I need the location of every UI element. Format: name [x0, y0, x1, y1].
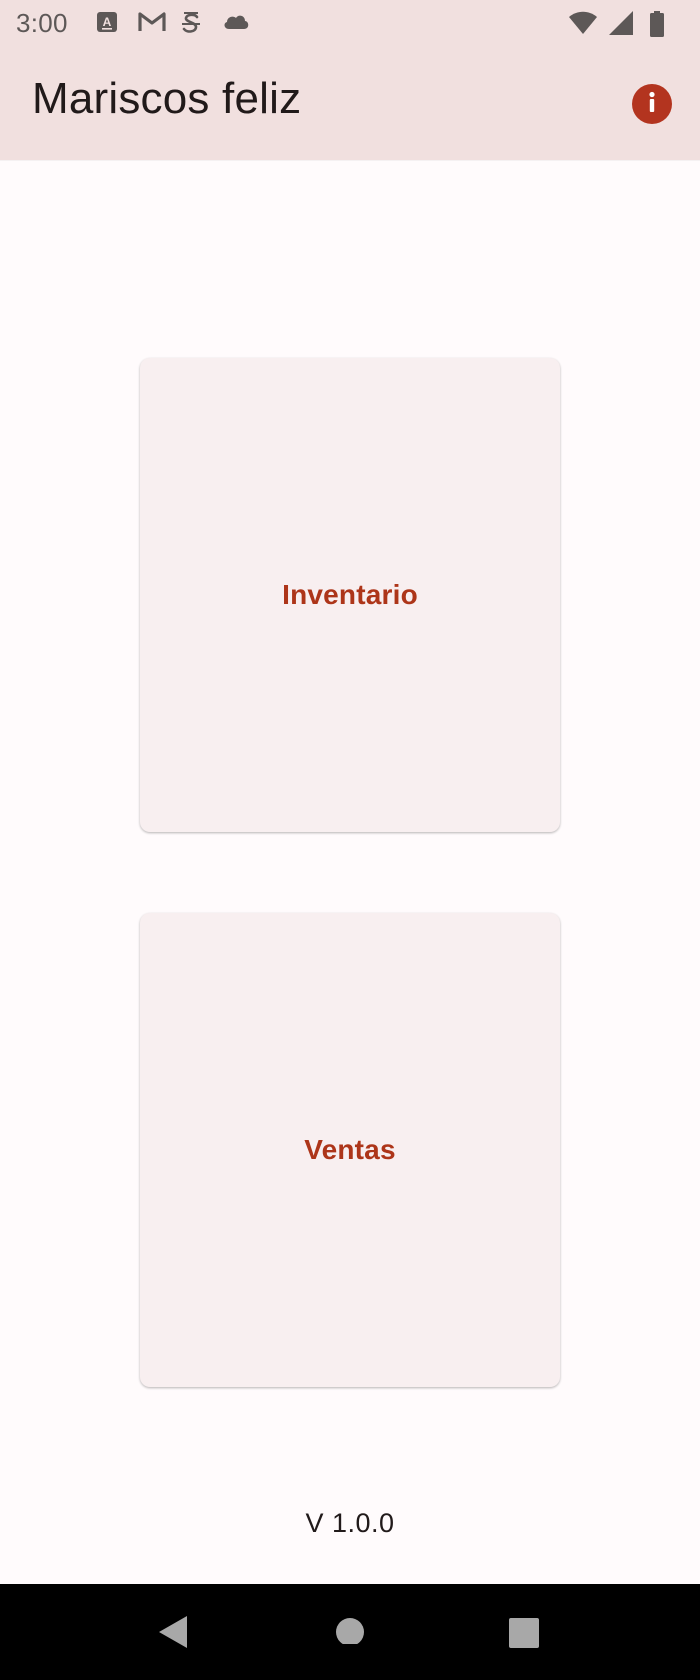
recents-icon [508, 1618, 540, 1652]
ventas-label: Ventas [304, 1134, 396, 1165]
back-button[interactable] [156, 1614, 190, 1655]
s-shield-icon [179, 10, 207, 38]
home-icon [335, 1618, 365, 1648]
signal-icon [608, 10, 636, 38]
top-app-bar: 3:00 A Mariscos feliz [0, 0, 700, 160]
screen: 3:00 A Mariscos feliz Inventario Ventas … [0, 0, 700, 1680]
status-system-icons [568, 10, 676, 38]
inventario-card[interactable]: Inventario [140, 358, 560, 832]
back-icon [156, 1616, 190, 1654]
info-icon [632, 82, 672, 127]
status-time: 3:00 [16, 8, 68, 38]
status-bar: 3:00 A [0, 0, 700, 48]
recents-button[interactable] [508, 1614, 540, 1653]
version-label: V 1.0.0 [305, 1508, 395, 1538]
inventario-label: Inventario [282, 579, 418, 610]
svg-text:A: A [103, 15, 112, 29]
battery-icon [648, 10, 676, 38]
info-button[interactable] [632, 84, 672, 124]
gmail-icon [137, 10, 166, 38]
wifi-icon [568, 10, 597, 38]
a-box-icon: A [95, 10, 123, 38]
ventas-card[interactable]: Ventas [140, 913, 560, 1387]
home-button[interactable] [335, 1614, 365, 1649]
cloud-icon [221, 10, 249, 38]
app-title: Mariscos feliz [32, 74, 302, 123]
status-notification-icons: A [95, 10, 249, 38]
